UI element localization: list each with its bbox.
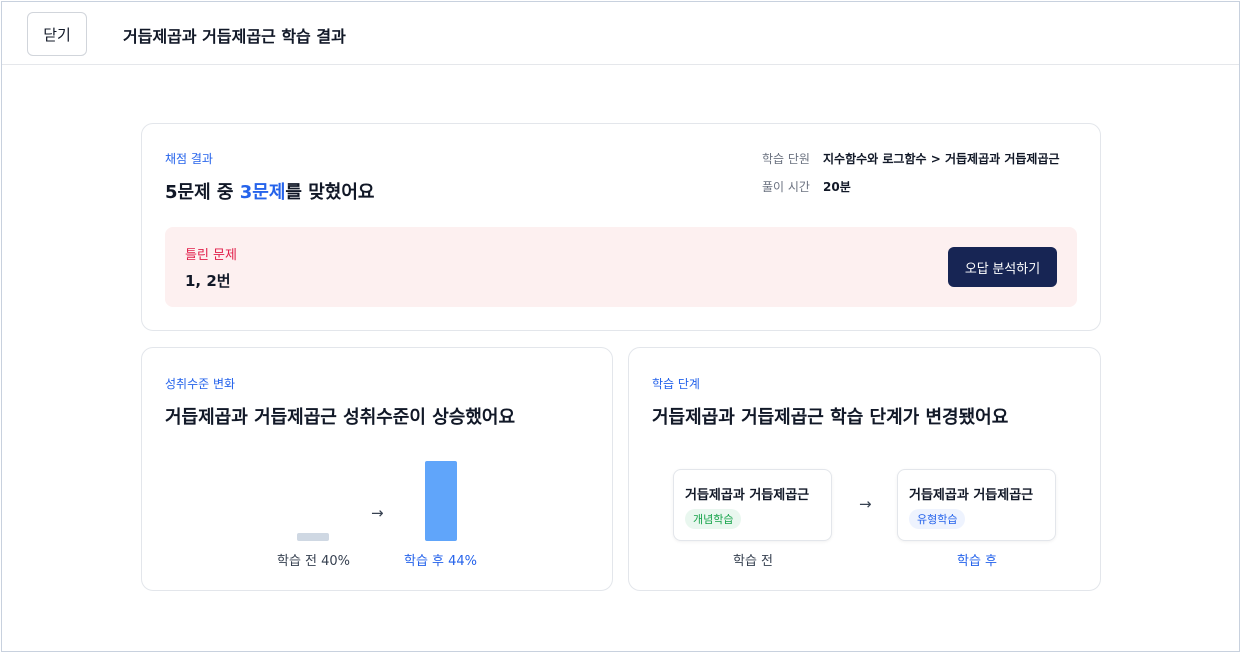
app-window: 닫기 거듭제곱과 거듭제곱근 학습 결과 채점 결과 5문제 중 3문제를 맞혔… — [1, 1, 1240, 652]
close-button[interactable]: 닫기 — [27, 12, 87, 56]
stage-before-caption: 학습 전 — [733, 554, 774, 569]
before-caption: 학습 전 40% — [277, 554, 351, 569]
achievement-card: 성취수준 변화 거듭제곱과 거듭제곱근 성취수준이 상승했어요 → 학습 전 4… — [141, 347, 613, 591]
correct-count: 3문제 — [239, 182, 286, 203]
wrong-value: 1, 2번 — [185, 272, 231, 290]
stage-after-box: 거듭제곱과 거듭제곱근 유형학습 — [897, 469, 1056, 541]
stage-after-title: 거듭제곱과 거듭제곱근 — [909, 488, 1034, 503]
headline-suffix: 를 맞혔어요 — [285, 182, 375, 203]
achievement-headline: 거듭제곱과 거듭제곱근 성취수준이 상승했어요 — [165, 407, 515, 428]
after-bar — [425, 461, 457, 541]
result-eyebrow: 채점 결과 — [165, 152, 213, 166]
analysis-button[interactable]: 오답 분석하기 — [948, 247, 1057, 287]
stage-headline: 거듭제곱과 거듭제곱근 학습 단계가 변경됐어요 — [652, 407, 1009, 428]
header-bar: 닫기 거듭제곱과 거듭제곱근 학습 결과 — [2, 2, 1239, 65]
headline-text: 5문제 중 — [165, 182, 240, 203]
unit-label: 학습 단원 — [762, 152, 810, 166]
page-title: 거듭제곱과 거듭제곱근 학습 결과 — [123, 27, 346, 46]
before-bar — [297, 533, 329, 541]
wrong-answers-panel: 틀린 문제 1, 2번 오답 분석하기 — [165, 227, 1077, 307]
time-value: 20분 — [823, 180, 851, 194]
stage-before-title: 거듭제곱과 거듭제곱근 — [685, 488, 810, 503]
time-label: 풀이 시간 — [762, 180, 810, 194]
achievement-eyebrow: 성취수준 변화 — [165, 377, 236, 391]
wrong-label: 틀린 문제 — [185, 248, 237, 263]
stage-before-tag: 개념학습 — [685, 509, 742, 529]
after-caption: 학습 후 44% — [404, 554, 478, 569]
stage-eyebrow: 학습 단계 — [652, 377, 700, 391]
stage-before-box: 거듭제곱과 거듭제곱근 개념학습 — [673, 469, 832, 541]
stage-card: 학습 단계 거듭제곱과 거듭제곱근 학습 단계가 변경됐어요 거듭제곱과 거듭제… — [628, 347, 1101, 591]
result-card: 채점 결과 5문제 중 3문제를 맞혔어요 학습 단원 지수함수와 로그함수 >… — [141, 123, 1101, 331]
arrow-icon: → — [859, 495, 872, 513]
stage-after-caption: 학습 후 — [957, 554, 998, 569]
result-headline: 5문제 중 3문제를 맞혔어요 — [165, 178, 374, 204]
stage-after-tag: 유형학습 — [909, 509, 966, 529]
unit-value: 지수함수와 로그함수 > 거듭제곱과 거듭제곱근 — [823, 152, 1060, 166]
arrow-icon: → — [371, 504, 384, 522]
